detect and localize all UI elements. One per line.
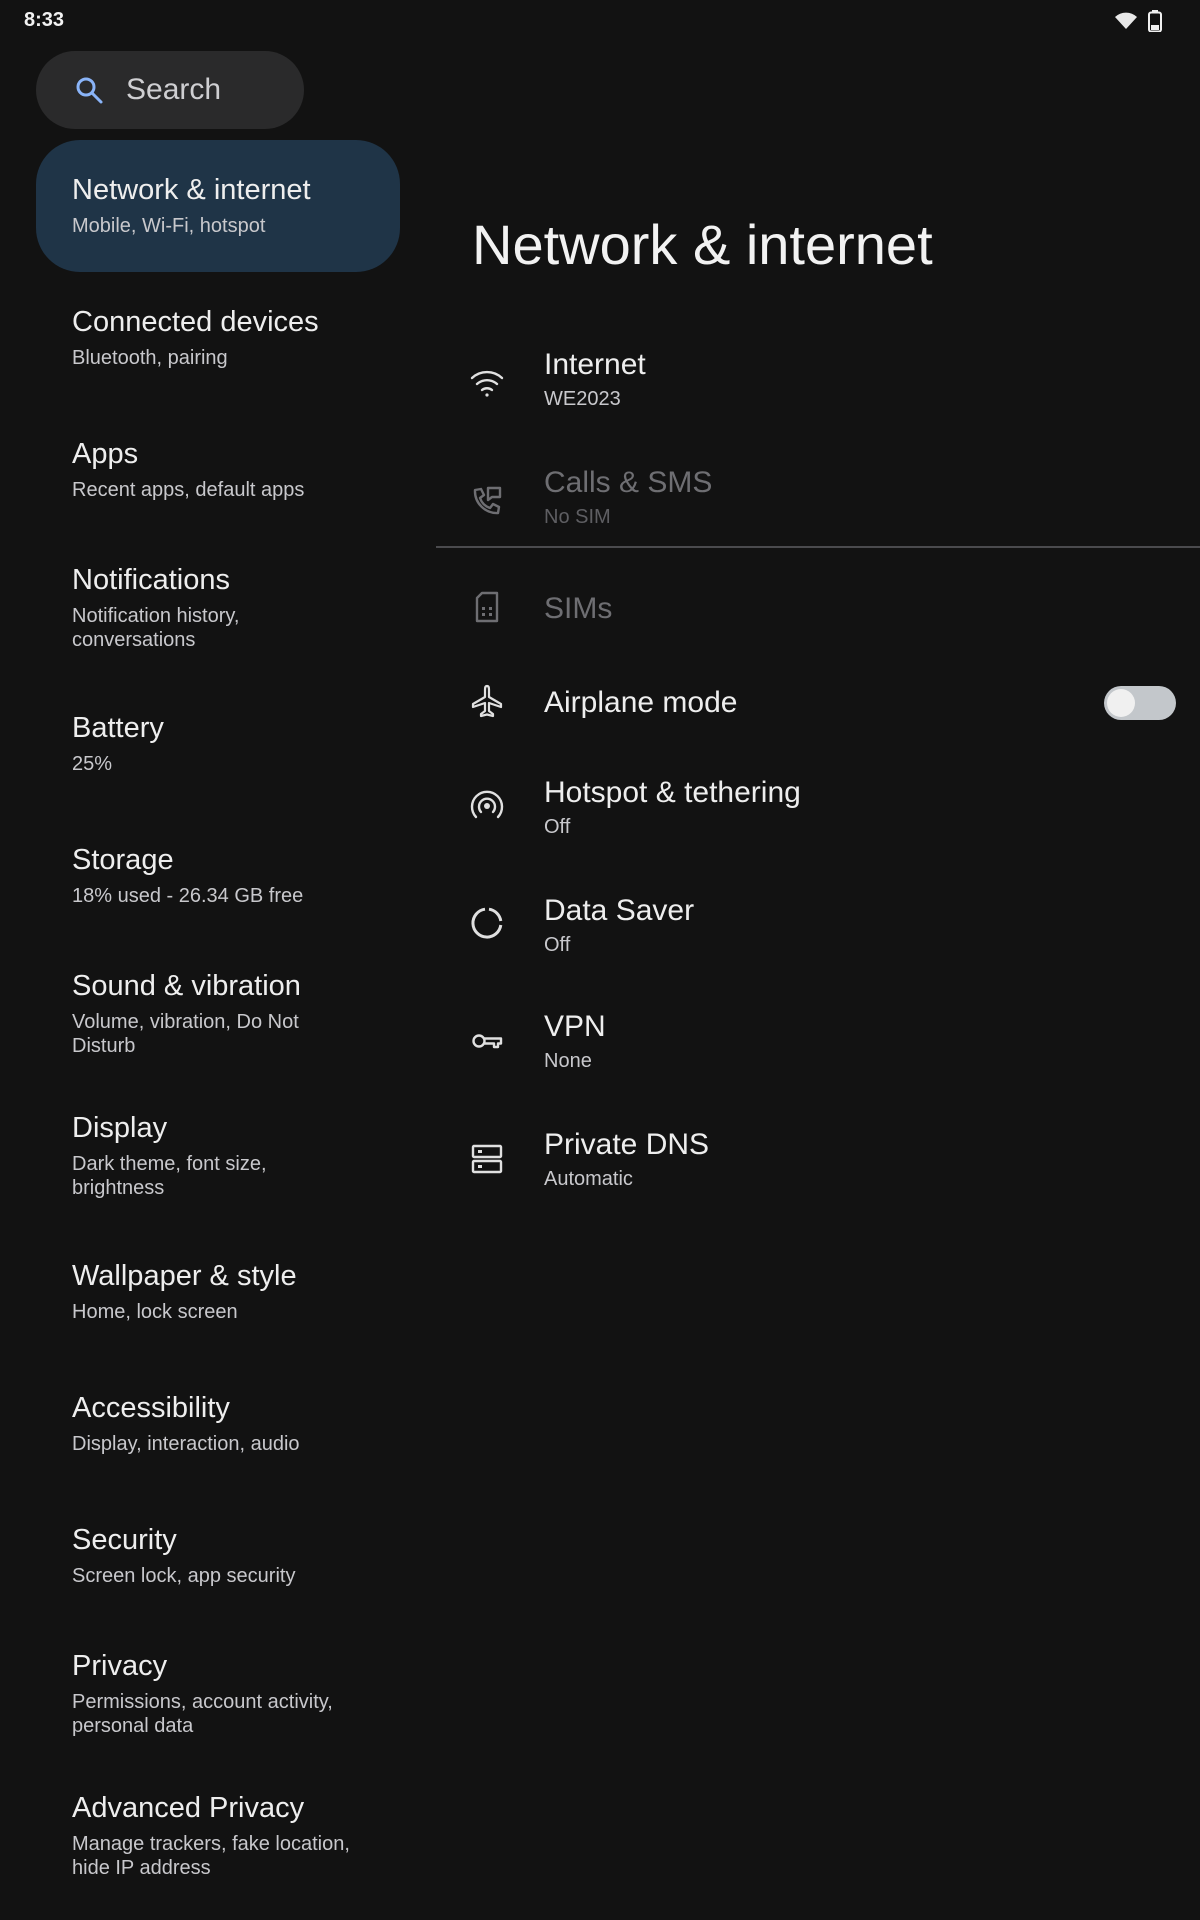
pref-hotspot-tethering[interactable]: Hotspot & tethering Off [436,752,1200,852]
toggle-knob [1107,689,1135,717]
sidebar-item-title: Sound & vibration [72,970,301,1002]
pref-subtitle: Automatic [544,1168,633,1190]
sidebar-item-subtitle: Volume, vibration, Do Not Disturb [72,1011,299,1057]
pref-title: Calls & SMS [544,466,713,499]
sidebar-item-privacy[interactable]: Privacy Permissions, account activity, p… [36,1624,400,1760]
status-icons [1114,10,1162,32]
data-saver-icon [470,906,504,940]
section-divider [436,546,1200,548]
pref-vpn[interactable]: VPN None [436,988,1200,1088]
pref-sims[interactable]: SIMs [436,572,1200,642]
status-bar: 8:33 [0,0,1200,44]
sidebar-item-display[interactable]: Display Dark theme, font size, brightnes… [36,1086,400,1222]
hotspot-icon [470,788,504,822]
sidebar-item-network-internet[interactable]: Network & internet Mobile, Wi-Fi, hotspo… [36,140,400,272]
sidebar-item-subtitle: Recent apps, default apps [72,479,305,501]
pref-airplane-mode[interactable]: Airplane mode [436,662,1200,742]
sidebar-item-wallpaper-style[interactable]: Wallpaper & style Home, lock screen [36,1234,400,1350]
sidebar-item-title: Wallpaper & style [72,1260,297,1292]
pref-data-saver[interactable]: Data Saver Off [436,870,1200,970]
sidebar-item-title: Battery [72,712,164,744]
settings-screen: 8:33 Search Network & internet Mobile, W… [0,0,1200,1920]
sidebar-item-subtitle: Bluetooth, pairing [72,347,228,369]
search-label: Search [126,73,222,106]
sidebar-item-subtitle: 18% used - 26.34 GB free [72,885,304,907]
pref-subtitle: None [544,1050,592,1072]
sidebar-item-subtitle: Dark theme, font size, brightness [72,1153,267,1199]
wifi-icon [470,366,504,400]
sidebar-item-title: Privacy [72,1650,168,1682]
sidebar-item-subtitle: 25% [72,753,113,775]
sidebar-item-subtitle: Permissions, account activity, personal … [72,1691,333,1737]
network-internet-panel: Network & internet Internet WE2023 Calls… [436,44,1200,1920]
pref-title: SIMs [544,592,613,625]
vpn-key-icon [470,1024,504,1058]
pref-internet[interactable]: Internet WE2023 [436,330,1200,430]
pref-private-dns[interactable]: Private DNS Automatic [436,1106,1200,1206]
settings-sidebar: Search Network & internet Mobile, Wi-Fi,… [0,44,436,1920]
sidebar-item-sound-vibration[interactable]: Sound & vibration Volume, vibration, Do … [36,944,400,1080]
pref-title: Data Saver [544,894,695,927]
sidebar-item-title: Apps [72,438,139,470]
sidebar-item-subtitle: Manage trackers, fake location, hide IP … [72,1833,350,1879]
sidebar-item-subtitle: Mobile, Wi-Fi, hotspot [72,215,266,237]
dns-icon [470,1142,504,1176]
sidebar-item-security[interactable]: Security Screen lock, app security [36,1498,400,1614]
pref-subtitle: Off [544,934,571,956]
sidebar-item-advanced-privacy[interactable]: Advanced Privacy Manage trackers, fake l… [36,1766,400,1902]
sidebar-item-apps[interactable]: Apps Recent apps, default apps [36,412,400,528]
pref-calls-sms[interactable]: Calls & SMS No SIM [436,448,1200,548]
pref-title: Private DNS [544,1128,710,1161]
sidebar-item-title: Display [72,1112,168,1144]
sidebar-item-title: Notifications [72,564,230,596]
sidebar-item-subtitle: Display, interaction, audio [72,1433,300,1455]
status-time: 8:33 [24,9,65,31]
sidebar-item-title: Security [72,1524,177,1556]
pref-title: Hotspot & tethering [544,776,801,809]
pref-title: Airplane mode [544,686,738,719]
pref-title: VPN [544,1010,606,1043]
sidebar-item-title: Connected devices [72,306,319,338]
sidebar-item-subtitle: Notification history, conversations [72,605,240,651]
pref-subtitle: No SIM [544,506,611,528]
sidebar-item-subtitle: Screen lock, app security [72,1565,296,1587]
airplane-icon [470,684,504,718]
sidebar-item-connected-devices[interactable]: Connected devices Bluetooth, pairing [36,280,400,396]
sidebar-item-title: Network & internet [72,174,311,206]
pref-title: Internet [544,348,646,381]
sim-card-icon [470,590,504,624]
sidebar-item-title: Storage [72,844,174,876]
sidebar-item-subtitle: Home, lock screen [72,1301,238,1323]
pref-subtitle: Off [544,816,571,838]
sidebar-item-accessibility[interactable]: Accessibility Display, interaction, audi… [36,1366,400,1482]
airplane-mode-toggle[interactable] [1104,686,1176,720]
sidebar-item-storage[interactable]: Storage 18% used - 26.34 GB free [36,818,400,934]
calls-sms-icon [470,484,504,518]
sidebar-item-notifications[interactable]: Notifications Notification history, conv… [36,538,400,674]
sidebar-item-title: Advanced Privacy [72,1792,305,1824]
wifi-icon [1114,11,1138,31]
search-bar[interactable]: Search [36,51,304,129]
search-icon [74,75,104,110]
battery-icon [1148,10,1162,32]
page-title: Network & internet [472,213,933,276]
pref-subtitle: WE2023 [544,388,621,410]
sidebar-item-title: Accessibility [72,1392,230,1424]
sidebar-item-battery[interactable]: Battery 25% [36,686,400,802]
